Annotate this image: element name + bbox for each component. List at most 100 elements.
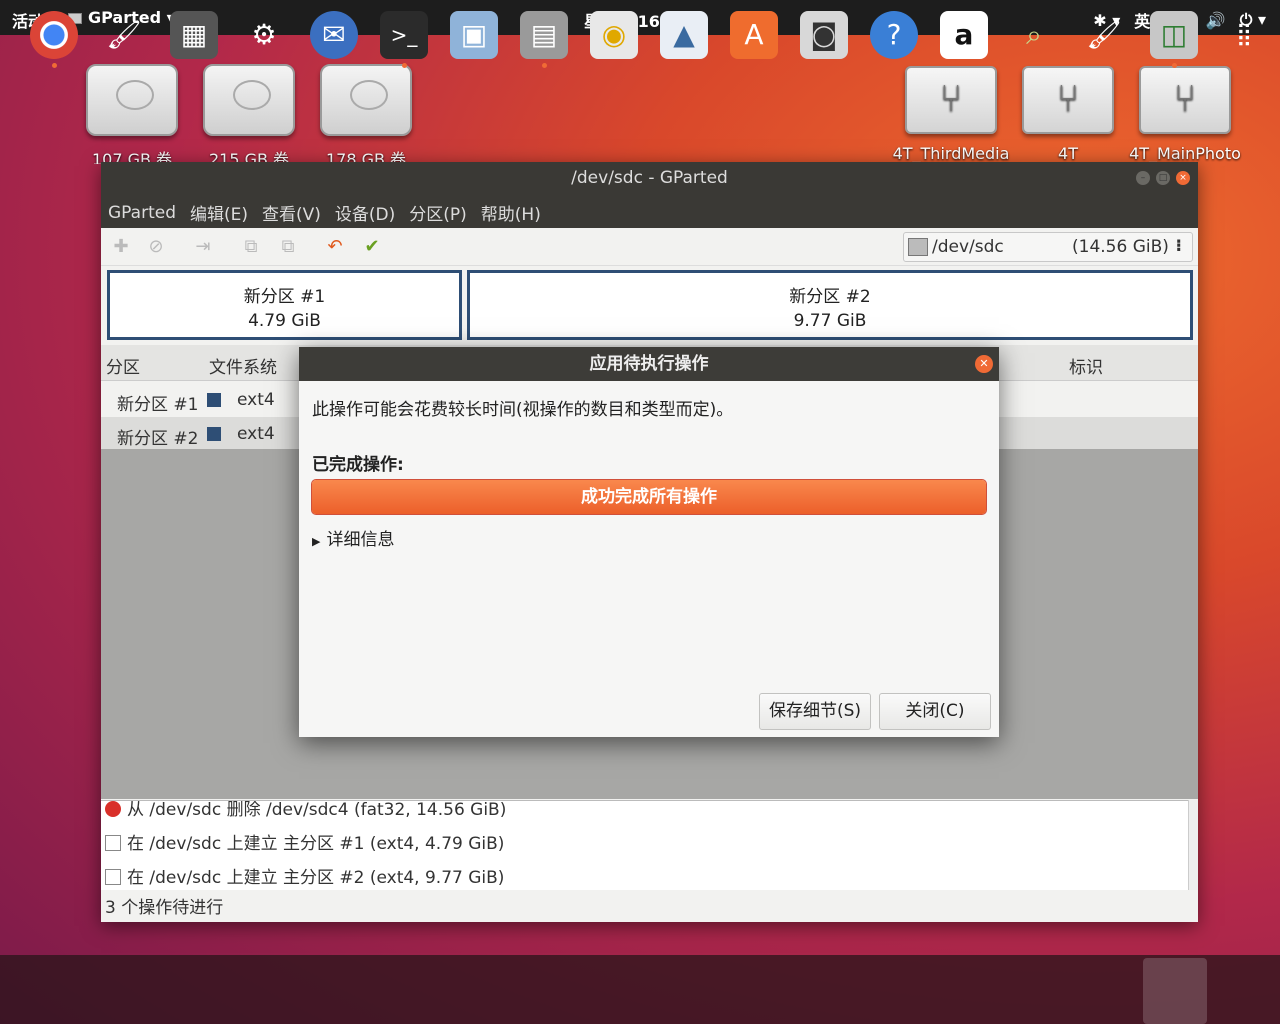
disk-icon	[908, 238, 928, 256]
column-filesystem[interactable]: 文件系统	[209, 353, 277, 378]
screenshot-icon[interactable]: ⌕	[1010, 11, 1058, 59]
maximize-button[interactable]: □	[1156, 171, 1170, 185]
device-selector[interactable]: /dev/sdc (14.56 GiB) ⁝	[903, 232, 1193, 262]
running-indicator	[1172, 63, 1177, 68]
desktop-drive-178gb[interactable]: 178 GB 卷	[306, 64, 426, 164]
paint2-icon[interactable]: 🖌	[1080, 11, 1128, 59]
details-label: 详细信息	[326, 530, 395, 550]
close-button[interactable]: 关闭(C)	[879, 693, 991, 730]
gparted-icon[interactable]: ◫	[1150, 11, 1198, 59]
desktop-drive-4t[interactable]: ⑂ 4T	[1008, 66, 1128, 162]
list-item[interactable]: 在 /dev/sdc 上建立 主分区 #2 (ext4, 9.77 GiB)	[105, 863, 504, 888]
fs-color-swatch	[207, 427, 221, 441]
operations-scrollbar[interactable]	[1188, 800, 1198, 890]
operation-text: 在 /dev/sdc 上建立 主分区 #2 (ext4, 9.77 GiB)	[127, 868, 505, 888]
help-icon[interactable]: ?	[870, 11, 918, 59]
window-titlebar[interactable]: /dev/sdc - GParted – □ ×	[101, 162, 1198, 197]
rhythmbox-icon[interactable]: ◉	[590, 11, 638, 59]
camera-icon[interactable]: ◙	[800, 11, 848, 59]
usb-drive-icon: ⑂	[1139, 66, 1231, 134]
pending-operations-list: 从 /dev/sdc 删除 /dev/sdc4 (fat32, 14.56 Gi…	[101, 800, 1191, 890]
hard-drive-icon	[203, 64, 295, 136]
details-expander[interactable]: ▶ 详细信息	[312, 525, 394, 550]
menu-bar: GParted 编辑(E) 查看(V) 设备(D) 分区(P) 帮助(H)	[101, 197, 1198, 228]
resize-icon[interactable]: ⇥	[193, 237, 213, 257]
paint-icon[interactable]: 🖌	[100, 11, 148, 59]
running-indicator	[402, 63, 407, 68]
device-size: (14.56 GiB)	[1072, 237, 1169, 257]
partition-size: 4.79 GiB	[248, 311, 321, 331]
settings-icon[interactable]: ⚙	[240, 11, 288, 59]
progress-text: 成功完成所有操作	[581, 487, 717, 507]
hard-drive-icon	[320, 64, 412, 136]
minimize-button[interactable]: –	[1136, 171, 1150, 185]
column-partition[interactable]: 分区	[106, 353, 140, 378]
copy-icon[interactable]: ⧉	[241, 237, 261, 257]
desktop-drive-215gb[interactable]: 215 GB 卷	[189, 64, 309, 164]
operation-text: 在 /dev/sdc 上建立 主分区 #1 (ext4, 4.79 GiB)	[127, 834, 505, 854]
thunderbird-icon[interactable]: ✉	[310, 11, 358, 59]
window-title: /dev/sdc - GParted	[571, 168, 728, 188]
undo-icon[interactable]: ↶	[325, 237, 345, 257]
fs-color-swatch	[207, 393, 221, 407]
calculator-icon[interactable]: ▦	[170, 11, 218, 59]
toolbar: ✚ ⊘ ⇥ ⧉ ⧉ ↶ ✔ /dev/sdc (14.56 GiB) ⁝	[101, 228, 1198, 266]
partition-size: 9.77 GiB	[793, 311, 867, 331]
menu-partition[interactable]: 分区(P)	[409, 200, 467, 225]
device-path: /dev/sdc	[932, 237, 1004, 257]
column-flags[interactable]: 标识	[1069, 353, 1103, 378]
list-item[interactable]: 从 /dev/sdc 删除 /dev/sdc4 (fat32, 14.56 Gi…	[105, 800, 507, 820]
more-icon: ⁝	[1175, 236, 1182, 256]
usb-drive-icon: ⑂	[905, 66, 997, 134]
dock	[0, 955, 1280, 1024]
desktop-icon-label: 4T_ThirdMedia	[892, 144, 1010, 162]
menu-view[interactable]: 查看(V)	[262, 200, 321, 225]
partition-name: 新分区 #2	[789, 287, 871, 307]
dialog-titlebar[interactable]: 应用待执行操作 ✕	[299, 347, 999, 381]
amazon-icon[interactable]: a	[940, 11, 988, 59]
running-indicator	[52, 63, 57, 68]
files-icon[interactable]: ▤	[520, 11, 568, 59]
image-viewer-icon[interactable]: ▣	[450, 11, 498, 59]
menu-edit[interactable]: 编辑(E)	[190, 200, 248, 225]
list-item[interactable]: 在 /dev/sdc 上建立 主分区 #1 (ext4, 4.79 GiB)	[105, 829, 504, 854]
delete-icon[interactable]: ⊘	[146, 237, 166, 257]
menu-help[interactable]: 帮助(H)	[481, 200, 541, 225]
partition-block-1[interactable]: 新分区 #1 4.79 GiB	[107, 270, 462, 340]
desktop-drive-107gb[interactable]: 107 GB 卷	[72, 64, 192, 164]
row-partition-name: 新分区 #1	[117, 395, 199, 415]
create-op-icon	[105, 835, 121, 851]
new-partition-icon[interactable]: ✚	[111, 237, 131, 257]
operation-text: 从 /dev/sdc 删除 /dev/sdc4 (fat32, 14.56 Gi…	[127, 800, 507, 820]
desktop-drive-4t-mainphoto[interactable]: ⑂ 4T_MainPhoto	[1125, 66, 1245, 162]
chrome-icon[interactable]	[30, 11, 78, 59]
dock-active-highlight	[1143, 958, 1207, 1024]
desktop-icon-label: 4T	[1058, 144, 1078, 162]
partition-map: 新分区 #1 4.79 GiB 新分区 #2 9.77 GiB	[107, 270, 1193, 340]
desktop-icon-label: 4T_MainPhoto	[1129, 144, 1241, 162]
partition-block-2[interactable]: 新分区 #2 9.77 GiB	[467, 270, 1193, 340]
expander-arrow-icon: ▶	[312, 535, 321, 548]
app-grid-icon[interactable]: ⣿	[1220, 11, 1268, 59]
row-filesystem: ext4	[237, 390, 275, 410]
terminal-icon[interactable]: >_	[380, 11, 428, 59]
menu-device[interactable]: 设备(D)	[335, 200, 395, 225]
menu-gparted[interactable]: GParted	[108, 203, 176, 223]
row-filesystem: ext4	[237, 424, 275, 444]
close-icon[interactable]: ✕	[975, 355, 993, 373]
hard-drive-icon	[86, 64, 178, 136]
close-window-button[interactable]: ×	[1176, 171, 1190, 185]
partition-name: 新分区 #1	[243, 287, 326, 307]
paste-icon[interactable]: ⧉	[278, 237, 298, 257]
create-op-icon	[105, 869, 121, 885]
desktop-drive-4t-thirdmedia[interactable]: ⑂ 4T_ThirdMedia	[891, 66, 1011, 162]
progress-bar: 成功完成所有操作	[311, 479, 987, 515]
running-indicator	[542, 63, 547, 68]
completed-label: 已完成操作:	[312, 455, 404, 475]
software-center-icon[interactable]: A	[730, 11, 778, 59]
status-bar: 3 个操作待进行	[105, 898, 224, 918]
apply-icon[interactable]: ✔	[362, 237, 382, 257]
save-details-button[interactable]: 保存细节(S)	[759, 693, 871, 730]
dialog-message: 此操作可能会花费较长时间(视操作的数目和类型而定)。	[312, 400, 734, 420]
image-editor-icon[interactable]: ▲	[660, 11, 708, 59]
